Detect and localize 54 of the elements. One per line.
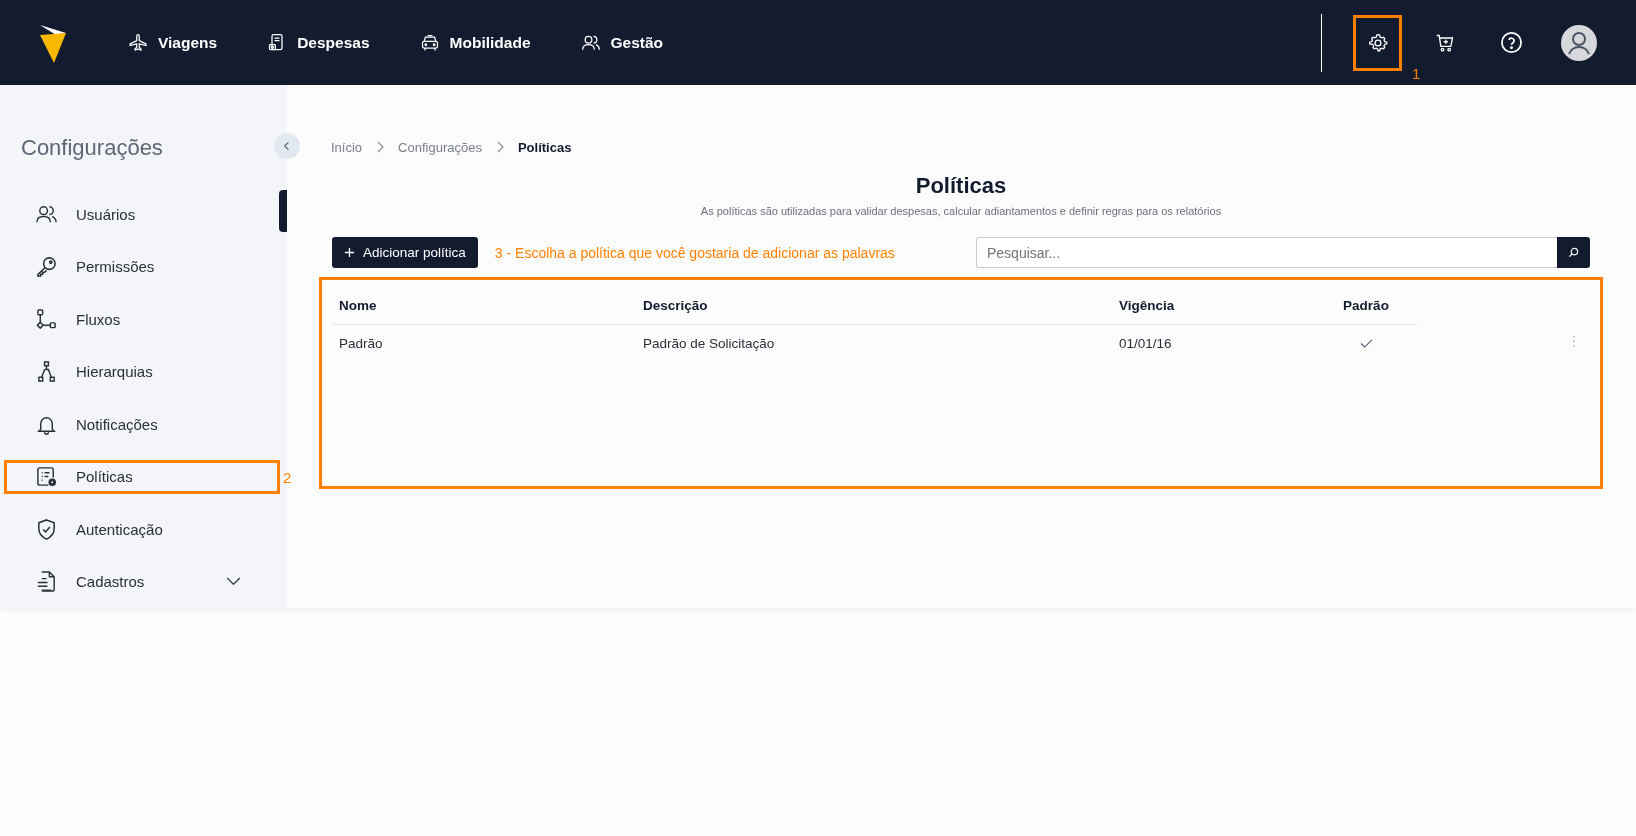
search-field[interactable]: Pesquisar... — [976, 237, 1557, 268]
sidebar-item[interactable]: Hierarquias — [4, 354, 280, 389]
step-number: 1 — [1412, 64, 1421, 82]
breadcrumb-link[interactable]: Configurações — [398, 139, 482, 155]
step-number: 2 — [283, 468, 292, 486]
column-header: Padrão — [1315, 286, 1417, 325]
column-header: Nome — [332, 286, 642, 325]
hierarchy-icon — [35, 360, 58, 383]
chevron-right-icon — [495, 141, 504, 153]
chevron-down-icon — [226, 577, 241, 586]
column-header: Vigência — [1118, 286, 1315, 325]
avatar-icon — [1560, 24, 1597, 61]
logo-icon[interactable] — [38, 22, 68, 63]
cart-icon — [1434, 32, 1455, 53]
nav-item[interactable]: Gestão — [580, 32, 664, 53]
sidebar-item[interactable]: Notificações — [4, 407, 280, 441]
column-header: Descrição — [642, 286, 1118, 325]
sidebar-item[interactable]: Cadastros — [4, 564, 280, 599]
shield-check-icon — [35, 517, 58, 541]
nav-item[interactable]: Despesas — [267, 32, 370, 53]
plus-icon — [344, 247, 355, 258]
nav-label: Viagens — [158, 33, 218, 52]
sidebar-item[interactable]: Fluxos — [4, 302, 280, 336]
sidebar-item[interactable]: Permissões — [4, 249, 280, 284]
search-button[interactable] — [1557, 237, 1590, 268]
sidebar-title: Configurações — [21, 135, 164, 161]
table-cell: Padrão de Solicitação — [643, 335, 775, 351]
document-gear-icon — [35, 465, 58, 488]
sidebar-item[interactable]: Autenticação — [4, 512, 280, 546]
chevron-left-icon — [283, 140, 291, 152]
document-icon — [35, 570, 58, 593]
sidebar-item[interactable]: Usuários — [4, 197, 280, 231]
flow-icon — [35, 307, 58, 331]
chevron-right-icon — [376, 141, 385, 153]
page-title: Políticas — [914, 173, 1008, 199]
table-cell: 01/01/16 — [1119, 335, 1172, 351]
help-icon — [1500, 31, 1523, 54]
nav-label: Mobilidade — [449, 33, 531, 52]
breadcrumb-link[interactable]: Políticas — [517, 139, 572, 155]
nav-label: Gestão — [610, 33, 664, 52]
search-icon — [1568, 247, 1579, 258]
nav-item[interactable]: Mobilidade — [419, 32, 531, 53]
page-subtitle: As políticas são utilizadas para validar despesas, calcular adiantamentos e definir regras para os relatórios — [699, 205, 1223, 217]
instruction-text: 3 - Escolha a política que você gostaria de adicionar as palavras — [494, 244, 895, 261]
table-cell: Padrão — [339, 335, 383, 351]
car-icon — [419, 32, 440, 53]
key-icon — [35, 255, 58, 278]
nav-item[interactable]: Viagens — [128, 32, 218, 53]
scrollbar-thumb[interactable] — [279, 190, 287, 232]
settings-icon — [1367, 32, 1388, 53]
nav-label: Despesas — [297, 33, 370, 52]
breadcrumb-link[interactable]: Início — [331, 139, 363, 155]
add-policy-button[interactable]: Adicionar política — [332, 237, 478, 268]
airplane-icon — [128, 32, 148, 53]
